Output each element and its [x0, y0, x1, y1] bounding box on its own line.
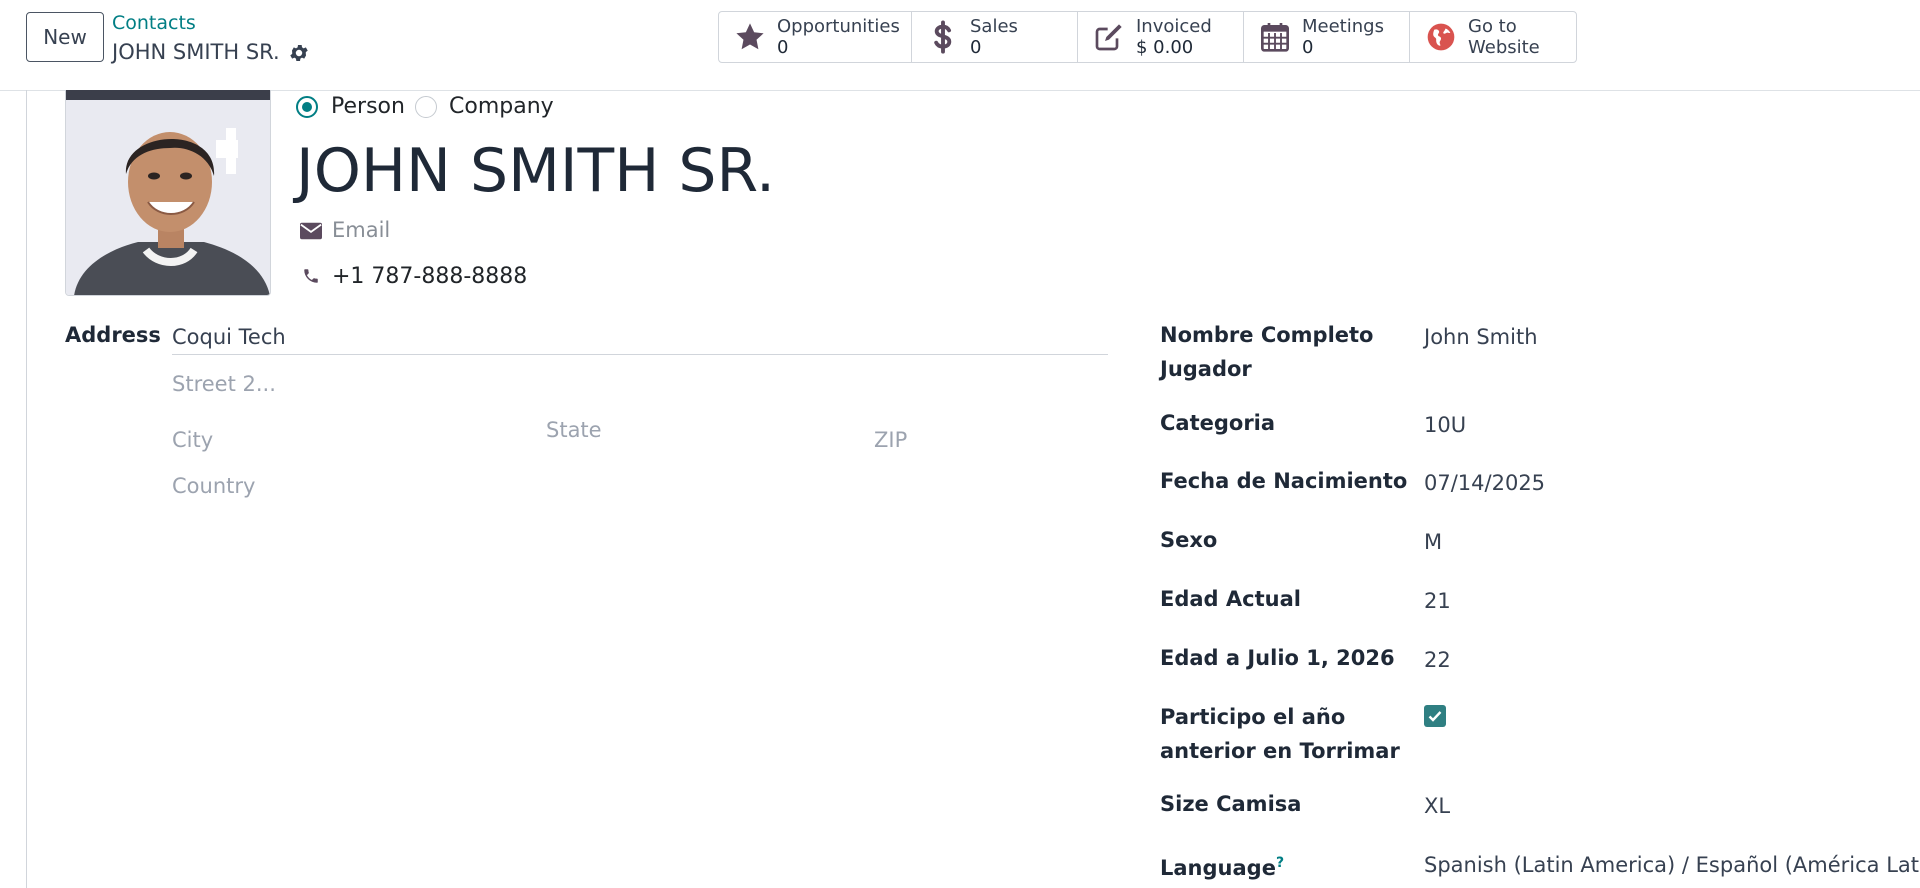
- state-field[interactable]: State: [546, 418, 602, 442]
- person-radio-label[interactable]: Person: [331, 94, 405, 119]
- address-label: Address: [65, 323, 161, 347]
- country-field[interactable]: Country: [172, 474, 255, 498]
- breadcrumb-current: JOHN SMITH SR.: [112, 40, 280, 64]
- sexo-field[interactable]: M: [1424, 525, 1442, 559]
- invoiced-smart-button[interactable]: Invoiced $ 0.00: [1078, 12, 1244, 62]
- go-to-label: Go to: [1468, 16, 1517, 37]
- dollar-icon: [926, 20, 960, 54]
- phone-icon: [302, 267, 320, 289]
- phone-field[interactable]: +1 787-888-8888: [332, 264, 527, 289]
- opportunities-smart-button[interactable]: Opportunities 0: [719, 12, 912, 62]
- fecha-nacimiento-field[interactable]: 07/14/2025: [1424, 466, 1545, 500]
- pencil-square-icon: [1092, 20, 1126, 54]
- language-field[interactable]: Spanish (Latin America) / Español (Améri…: [1424, 848, 1920, 882]
- meetings-label: Meetings: [1302, 16, 1384, 37]
- meetings-smart-button[interactable]: Meetings 0: [1244, 12, 1410, 62]
- fecha-nacimiento-label: Fecha de Nacimiento: [1160, 469, 1408, 493]
- calendar-icon: [1258, 20, 1292, 54]
- contact-avatar[interactable]: [65, 90, 271, 296]
- invoiced-amount: $ 0.00: [1136, 37, 1194, 58]
- language-label: Language?: [1160, 855, 1285, 880]
- categoria-label: Categoria: [1160, 411, 1276, 435]
- sales-count: 0: [970, 37, 982, 58]
- categoria-field[interactable]: 10U: [1424, 408, 1466, 442]
- sheet-border: [26, 90, 27, 888]
- envelope-icon: [300, 222, 322, 244]
- control-panel: New Contacts JOHN SMITH SR. Opportunitie…: [0, 0, 1920, 91]
- sales-smart-button[interactable]: Sales 0: [912, 12, 1078, 62]
- opportunities-count: 0: [777, 37, 789, 58]
- street2-field[interactable]: Street 2...: [172, 372, 276, 396]
- website-label: Website: [1468, 37, 1540, 58]
- opportunities-label: Opportunities: [777, 16, 900, 37]
- gear-icon[interactable]: [288, 42, 310, 64]
- go-to-website-smart-button[interactable]: Go to Website: [1410, 12, 1576, 62]
- partner-name-field[interactable]: JOHN SMITH SR.: [296, 136, 775, 206]
- language-help-tooltip[interactable]: ?: [1276, 855, 1284, 871]
- star-icon: [733, 20, 767, 54]
- nombre-completo-field[interactable]: John Smith: [1424, 320, 1538, 354]
- zip-field[interactable]: ZIP: [874, 428, 907, 452]
- participo-label: Participo el año anterior en Torrimar: [1160, 705, 1400, 763]
- company-radio[interactable]: [415, 96, 437, 118]
- globe-icon: [1424, 20, 1458, 54]
- edad-actual-label: Edad Actual: [1160, 587, 1301, 611]
- edad-julio-label: Edad a Julio 1, 2026: [1160, 646, 1395, 670]
- smart-buttons: Opportunities 0 Sales 0 Invoiced $ 0.00: [718, 11, 1577, 63]
- size-camisa-label: Size Camisa: [1160, 792, 1302, 816]
- participo-checkbox[interactable]: [1424, 705, 1446, 727]
- company-radio-label[interactable]: Company: [449, 94, 554, 119]
- new-button[interactable]: New: [26, 12, 104, 62]
- invoiced-label: Invoiced: [1136, 16, 1212, 37]
- city-field[interactable]: City: [172, 428, 213, 452]
- edad-julio-field[interactable]: 22: [1424, 643, 1451, 677]
- street-field[interactable]: Coqui Tech: [172, 320, 286, 354]
- sales-label: Sales: [970, 16, 1018, 37]
- edad-actual-field[interactable]: 21: [1424, 584, 1451, 618]
- size-camisa-field[interactable]: XL: [1424, 789, 1450, 823]
- sexo-label: Sexo: [1160, 528, 1218, 552]
- nombre-completo-label: Nombre Completo Jugador: [1160, 323, 1374, 381]
- breadcrumb-contacts-link[interactable]: Contacts: [112, 12, 196, 34]
- checkmark-icon: [1428, 711, 1442, 722]
- street-underline: [172, 354, 1108, 355]
- person-radio[interactable]: [296, 96, 318, 118]
- meetings-count: 0: [1302, 37, 1314, 58]
- email-field[interactable]: Email: [332, 218, 390, 242]
